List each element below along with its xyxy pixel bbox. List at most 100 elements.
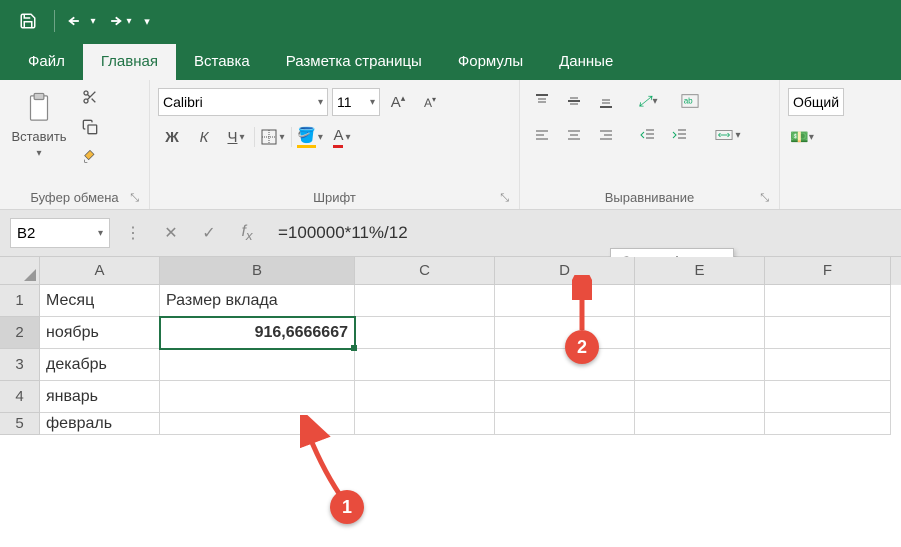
col-header-C[interactable]: C xyxy=(355,257,495,285)
align-top-button[interactable] xyxy=(528,88,556,114)
col-header-A[interactable]: A xyxy=(40,257,160,285)
svg-text:ab: ab xyxy=(684,97,693,106)
row-header-5[interactable]: 5 xyxy=(0,413,40,435)
cell-C1[interactable] xyxy=(355,285,495,317)
qat-customize-button[interactable]: ▾ xyxy=(137,5,157,37)
cell-B4[interactable] xyxy=(160,381,355,413)
insert-function-button[interactable]: fx xyxy=(232,218,262,248)
wrap-text-icon: ab xyxy=(681,93,699,109)
accounting-button[interactable]: 💵▾ xyxy=(788,124,816,150)
italic-button[interactable]: К xyxy=(190,124,218,150)
font-size-select[interactable]: 11▾ xyxy=(332,88,380,116)
tab-data[interactable]: Данные xyxy=(541,44,631,80)
title-bar: ▾ ▾ ▾ xyxy=(0,0,901,42)
cell-F3[interactable] xyxy=(765,349,891,381)
orientation-button[interactable]: ⤢▾ xyxy=(634,88,662,114)
tab-insert[interactable]: Вставка xyxy=(176,44,268,80)
borders-button[interactable]: ▾ xyxy=(259,124,287,150)
paste-icon xyxy=(24,91,54,125)
paste-label: Вставить xyxy=(11,129,66,144)
bold-button[interactable]: Ж xyxy=(158,124,186,150)
align-right-button[interactable] xyxy=(592,122,620,148)
cell-E2[interactable] xyxy=(635,317,765,349)
cell-E4[interactable] xyxy=(635,381,765,413)
tab-file[interactable]: Файл xyxy=(10,44,83,80)
copy-icon xyxy=(82,119,98,135)
row-header-4[interactable]: 4 xyxy=(0,381,40,413)
row-header-1[interactable]: 1 xyxy=(0,285,40,317)
clipboard-dialog-launcher[interactable]: ⤡ xyxy=(130,192,139,205)
align-center-button[interactable] xyxy=(560,122,588,148)
col-header-B[interactable]: B xyxy=(160,257,355,285)
enter-formula-button[interactable]: ✓ xyxy=(194,218,224,248)
tab-home[interactable]: Главная xyxy=(83,44,176,80)
underline-button[interactable]: Ч▾ xyxy=(222,124,250,150)
cell-D5[interactable] xyxy=(495,413,635,435)
cell-A4[interactable]: январь xyxy=(40,381,160,413)
ribbon-tabs: Файл Главная Вставка Разметка страницы Ф… xyxy=(0,42,901,80)
outdent-icon xyxy=(640,127,656,143)
cancel-formula-button[interactable]: ✕ xyxy=(156,218,186,248)
decrease-indent-button[interactable] xyxy=(634,122,662,148)
cell-D4[interactable] xyxy=(495,381,635,413)
align-left-button[interactable] xyxy=(528,122,556,148)
cell-B1[interactable]: Размер вклада xyxy=(160,285,355,317)
alignment-dialog-launcher[interactable]: ⤡ xyxy=(760,192,769,205)
name-box[interactable]: B2▾ xyxy=(10,218,110,248)
callout-1: 1 xyxy=(330,490,364,524)
align-middle-button[interactable] xyxy=(560,88,588,114)
cell-F5[interactable] xyxy=(765,413,891,435)
merge-center-button[interactable]: ▾ xyxy=(708,122,748,148)
font-color-button[interactable]: А▾ xyxy=(328,124,356,150)
cell-C5[interactable] xyxy=(355,413,495,435)
cell-F1[interactable] xyxy=(765,285,891,317)
font-dialog-launcher[interactable]: ⤡ xyxy=(500,192,509,205)
merge-icon xyxy=(715,127,733,143)
copy-button[interactable] xyxy=(76,114,104,140)
cell-A1[interactable]: Месяц xyxy=(40,285,160,317)
row-header-3[interactable]: 3 xyxy=(0,349,40,381)
align-bottom-button[interactable] xyxy=(592,88,620,114)
redo-button[interactable]: ▾ xyxy=(101,5,133,37)
align-center-icon xyxy=(566,127,582,143)
tab-page-layout[interactable]: Разметка страницы xyxy=(268,44,440,80)
spreadsheet-grid: A B C D E F 1 Месяц Размер вклада 2 нояб… xyxy=(0,257,901,435)
cell-B3[interactable] xyxy=(160,349,355,381)
cell-F4[interactable] xyxy=(765,381,891,413)
undo-button[interactable]: ▾ xyxy=(65,5,97,37)
cell-A5[interactable]: февраль xyxy=(40,413,160,435)
font-name-select[interactable]: Calibri▾ xyxy=(158,88,328,116)
cell-D1[interactable] xyxy=(495,285,635,317)
align-bottom-icon xyxy=(598,93,614,109)
cell-C2[interactable] xyxy=(355,317,495,349)
font-color-icon: А xyxy=(333,127,343,148)
cell-F2[interactable] xyxy=(765,317,891,349)
cell-C4[interactable] xyxy=(355,381,495,413)
number-format-select[interactable]: Общий xyxy=(788,88,844,116)
save-button[interactable] xyxy=(12,5,44,37)
col-header-D[interactable]: D xyxy=(495,257,635,285)
wrap-text-button[interactable]: ab xyxy=(676,88,704,114)
cell-E3[interactable] xyxy=(635,349,765,381)
select-all-corner[interactable] xyxy=(0,257,40,285)
cell-C3[interactable] xyxy=(355,349,495,381)
cell-D3[interactable] xyxy=(495,349,635,381)
row-header-2[interactable]: 2 xyxy=(0,317,40,349)
col-header-E[interactable]: E xyxy=(635,257,765,285)
decrease-font-button[interactable]: A▾ xyxy=(416,89,444,115)
increase-font-button[interactable]: A▴ xyxy=(384,89,412,115)
paste-button[interactable]: Вставить ▾ xyxy=(8,84,70,166)
cell-A2[interactable]: ноябрь xyxy=(40,317,160,349)
cell-E1[interactable] xyxy=(635,285,765,317)
col-header-F[interactable]: F xyxy=(765,257,891,285)
increase-indent-button[interactable] xyxy=(666,122,694,148)
formula-input[interactable] xyxy=(270,218,891,248)
cut-button[interactable] xyxy=(76,84,104,110)
fill-color-button[interactable]: 🪣▾ xyxy=(296,124,324,150)
cell-B2[interactable]: 916,6666667 xyxy=(160,317,355,349)
tab-formulas[interactable]: Формулы xyxy=(440,44,541,80)
format-painter-button[interactable] xyxy=(76,144,104,170)
cell-A3[interactable]: декабрь xyxy=(40,349,160,381)
scissors-icon xyxy=(82,89,98,105)
cell-E5[interactable] xyxy=(635,413,765,435)
